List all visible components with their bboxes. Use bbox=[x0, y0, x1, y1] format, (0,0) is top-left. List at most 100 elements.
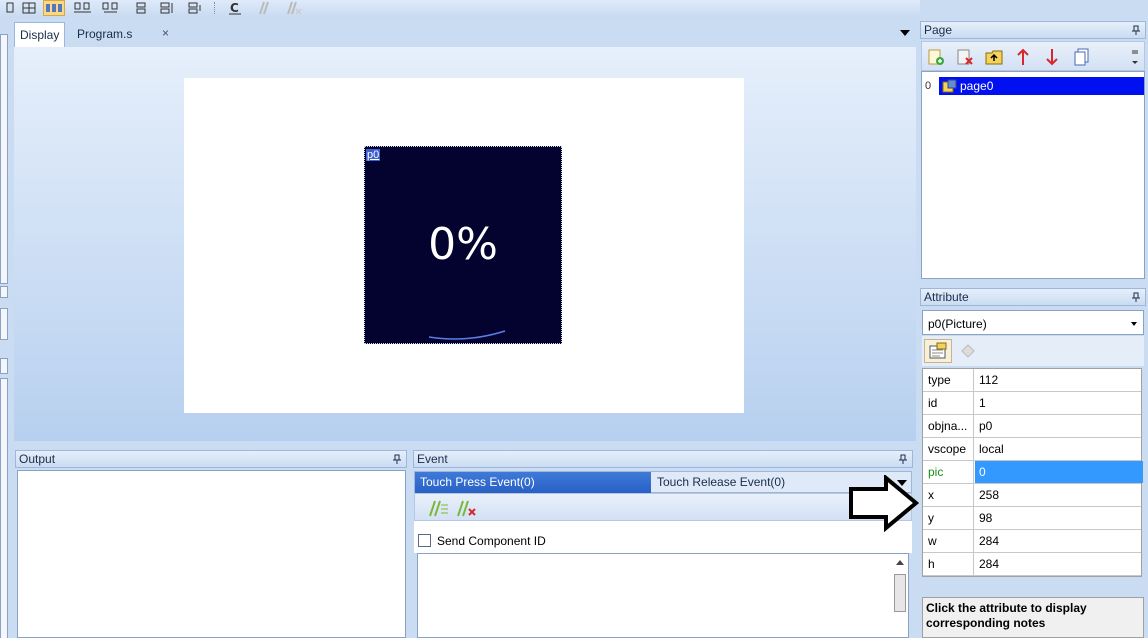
table-row[interactable]: vscope local bbox=[923, 438, 1141, 461]
event-toolbar bbox=[414, 493, 912, 521]
properties-icon[interactable] bbox=[924, 339, 952, 363]
table-row[interactable]: h 284 bbox=[923, 553, 1141, 576]
event-code-editor[interactable] bbox=[417, 553, 909, 638]
scroll-thumb[interactable] bbox=[894, 574, 906, 612]
table-row[interactable]: type 112 bbox=[923, 369, 1141, 392]
progress-arc-icon bbox=[428, 330, 506, 340]
component-select-value: p0(Picture) bbox=[928, 317, 987, 331]
attribute-value[interactable]: p0 bbox=[975, 415, 1143, 437]
attribute-key: id bbox=[923, 392, 974, 414]
left-dock-checkbox[interactable] bbox=[0, 358, 8, 374]
table-row[interactable]: pic 0 bbox=[923, 461, 1143, 484]
left-dock-panel bbox=[0, 34, 8, 284]
table-row[interactable]: id 1 bbox=[923, 392, 1141, 415]
picture-component-p0[interactable]: p0 0% bbox=[364, 146, 562, 344]
space-vertical-icon[interactable] bbox=[130, 0, 152, 16]
list-item[interactable]: 0 page0 bbox=[922, 77, 1144, 95]
attribute-key: w bbox=[923, 530, 974, 552]
space-vertical-increase-icon[interactable] bbox=[156, 0, 178, 16]
space-horizontal-reduce-icon[interactable] bbox=[100, 0, 122, 16]
page-toolbar bbox=[921, 41, 1145, 71]
svg-text:C: C bbox=[230, 1, 239, 15]
output-panel-title: Output bbox=[19, 452, 56, 466]
event-tabs: Touch Press Event(0) Touch Release Event… bbox=[414, 471, 912, 493]
table-row[interactable]: objna... p0 bbox=[923, 415, 1141, 438]
toolbar-overflow-icon[interactable] bbox=[1128, 47, 1142, 67]
move-up-icon[interactable] bbox=[1012, 47, 1034, 67]
send-component-id-checkbox[interactable] bbox=[418, 534, 431, 547]
annotation-arrow-icon bbox=[849, 475, 920, 533]
insert-page-icon[interactable] bbox=[983, 47, 1005, 67]
attribute-value[interactable]: 0 bbox=[975, 461, 1143, 483]
delete-page-icon[interactable] bbox=[954, 47, 976, 67]
attribute-key: vscope bbox=[923, 438, 974, 460]
space-horizontal-icon[interactable] bbox=[72, 0, 94, 16]
space-vertical-reduce-icon[interactable] bbox=[184, 0, 206, 16]
attribute-value[interactable]: 112 bbox=[975, 369, 1143, 391]
page-panel-title: Page bbox=[924, 23, 953, 37]
comment-lines-icon[interactable] bbox=[427, 499, 449, 520]
tab-program[interactable]: Program.s bbox=[72, 22, 137, 47]
tab-touch-press-event[interactable]: Touch Press Event(0) bbox=[415, 472, 651, 493]
attribute-key: pic bbox=[923, 461, 974, 483]
pin-icon[interactable] bbox=[393, 451, 401, 464]
attribute-note: Click the attribute to display correspon… bbox=[922, 597, 1144, 638]
page-item-selected[interactable]: page0 bbox=[939, 77, 1144, 95]
output-console[interactable] bbox=[17, 470, 406, 638]
left-dock-pin[interactable] bbox=[0, 286, 8, 298]
main-toolbar: C bbox=[0, 0, 920, 18]
attribute-value[interactable]: 284 bbox=[975, 553, 1143, 575]
page-index: 0 bbox=[925, 80, 932, 92]
chevron-down-icon[interactable] bbox=[1131, 322, 1137, 326]
close-tab-icon[interactable]: × bbox=[162, 26, 169, 40]
pin-icon[interactable] bbox=[1132, 22, 1140, 35]
page-icon bbox=[942, 79, 957, 93]
events-icon bbox=[954, 339, 982, 363]
tab-list-dropdown-icon[interactable] bbox=[900, 30, 910, 36]
uncomment-lines-icon[interactable] bbox=[455, 499, 477, 520]
page-name: page0 bbox=[960, 79, 994, 93]
attribute-grid: type 112 id 1 objna... p0 vscope local p… bbox=[922, 368, 1143, 577]
grid-icon[interactable] bbox=[18, 0, 40, 16]
attribute-value[interactable]: 258 bbox=[975, 484, 1143, 506]
page-list: 0 page0 bbox=[921, 71, 1145, 279]
attribute-value[interactable]: local bbox=[975, 438, 1143, 460]
display-area: p0 0% bbox=[14, 47, 916, 441]
component-label: p0 bbox=[366, 149, 381, 161]
code-editor-scrollbar[interactable] bbox=[893, 556, 907, 636]
attribute-panel-header: Attribute bbox=[920, 288, 1146, 306]
uncomment-icon bbox=[282, 0, 304, 16]
tab-display[interactable]: Display bbox=[14, 22, 66, 47]
attribute-key: x bbox=[923, 484, 974, 506]
attribute-value[interactable]: 1 bbox=[975, 392, 1143, 414]
picture-percentage-text: 0% bbox=[428, 219, 498, 270]
send-component-id-label: Send Component ID bbox=[437, 534, 546, 548]
attribute-value[interactable]: 284 bbox=[975, 530, 1143, 552]
component-select[interactable]: p0(Picture) bbox=[922, 310, 1144, 335]
pin-icon[interactable] bbox=[899, 451, 907, 464]
toolbar-separator bbox=[214, 2, 215, 14]
scroll-up-icon[interactable] bbox=[896, 560, 904, 565]
table-row[interactable]: x 258 bbox=[923, 484, 1141, 507]
page-canvas[interactable]: p0 0% bbox=[184, 78, 744, 413]
attribute-panel-title: Attribute bbox=[924, 290, 969, 304]
comment-lines-icon bbox=[254, 0, 276, 16]
attribute-value[interactable]: 98 bbox=[975, 507, 1143, 529]
copy-page-icon[interactable] bbox=[1071, 47, 1093, 67]
pin-icon[interactable] bbox=[1132, 289, 1140, 302]
left-dock-strip bbox=[0, 18, 12, 638]
output-panel-header: Output bbox=[15, 450, 407, 468]
move-down-icon[interactable] bbox=[1041, 47, 1063, 67]
comment-icon[interactable]: C bbox=[224, 0, 246, 16]
left-dock-lower-panel bbox=[0, 378, 8, 638]
left-dock-dropdown[interactable] bbox=[0, 308, 8, 340]
page-panel-header: Page bbox=[920, 21, 1146, 39]
event-panel-title: Event bbox=[417, 452, 448, 466]
table-row[interactable]: y 98 bbox=[923, 507, 1141, 530]
attribute-key: objna... bbox=[923, 415, 974, 437]
event-panel-header: Event bbox=[413, 450, 913, 468]
document-tabs: Display Program.s × bbox=[14, 22, 916, 47]
table-row[interactable]: w 284 bbox=[923, 530, 1141, 553]
distribute-horizontal-icon[interactable] bbox=[43, 0, 65, 16]
add-page-icon[interactable] bbox=[925, 47, 947, 67]
